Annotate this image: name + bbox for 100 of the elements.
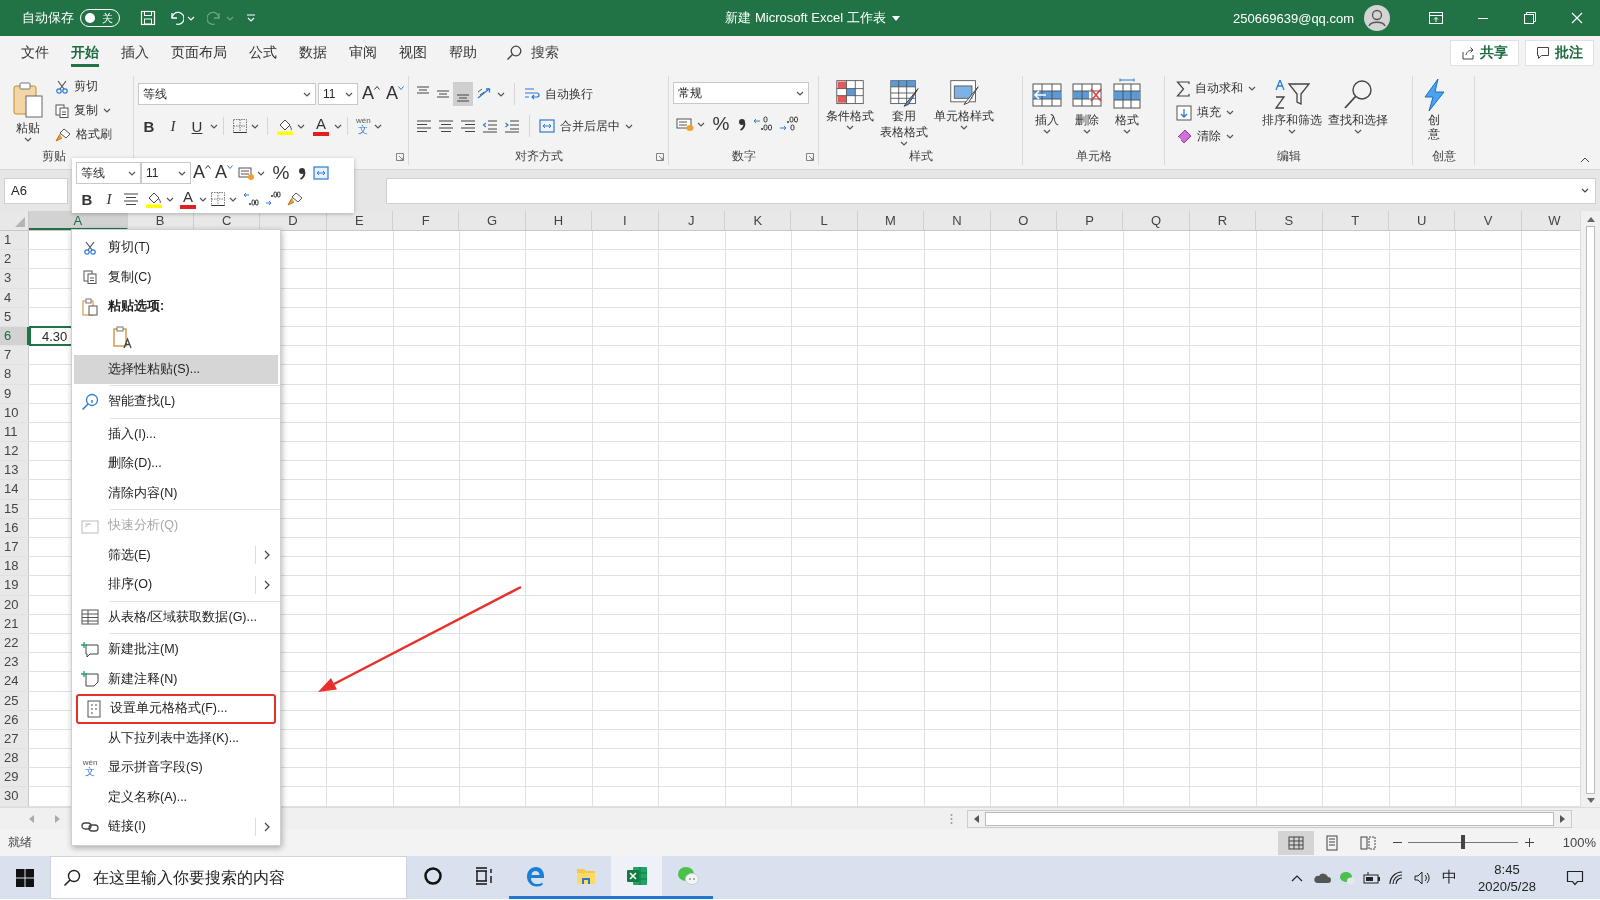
column-header[interactable]: J [658, 211, 725, 230]
row-header[interactable]: 29 [0, 768, 29, 787]
merge-center-button[interactable]: 合并后居中 [536, 115, 636, 137]
ribbon-tab[interactable]: 数据 [290, 36, 336, 70]
column-header[interactable]: L [791, 211, 858, 230]
zoom-level[interactable]: 100% [1552, 835, 1596, 850]
menu-item[interactable]: 从表格/区域获取数据(G)... [72, 602, 280, 632]
mini-font-select[interactable]: 等线 [76, 162, 141, 184]
menu-item[interactable]: 新建注释(N) [72, 664, 280, 694]
cells-button[interactable]: 删除 [1067, 78, 1107, 134]
row-header[interactable]: 19 [0, 576, 29, 595]
row-header[interactable]: 2 [0, 250, 29, 269]
column-header[interactable]: Q [1123, 211, 1190, 230]
row-header[interactable]: 24 [0, 672, 29, 691]
sort-filter-button[interactable]: 排序和筛选 [1259, 78, 1325, 134]
font-color-button[interactable]: A [310, 114, 332, 138]
comments-button[interactable]: 批注 [1525, 40, 1594, 66]
column-header[interactable]: R [1189, 211, 1257, 230]
menu-item[interactable]: 链接(I) [72, 812, 280, 842]
italic-button[interactable]: I [162, 114, 184, 138]
ribbon-tab[interactable]: 公式 [240, 36, 286, 70]
find-select-button[interactable]: 查找和选择 [1325, 78, 1391, 134]
menu-item[interactable]: 剪切(T) [72, 233, 280, 263]
clock[interactable]: 8:45 2020/5/28 [1464, 856, 1550, 899]
account-name[interactable]: 250669639@qq.com [1233, 10, 1354, 26]
decrease-font-button[interactable]: A [213, 161, 235, 185]
menu-item[interactable]: wén 文 显示拼音字段(S) [72, 753, 280, 783]
row-header[interactable]: 12 [0, 442, 29, 461]
column-header[interactable]: G [459, 211, 526, 230]
menu-item[interactable]: 筛选(E) [72, 540, 280, 570]
font-name-select[interactable]: 等线 [138, 83, 316, 105]
column-header[interactable]: P [1056, 211, 1124, 230]
ribbon-tab[interactable]: 页面布局 [162, 36, 236, 70]
column-header[interactable]: U [1388, 211, 1456, 230]
ribbon-tab[interactable]: 帮助 [440, 36, 486, 70]
menu-item[interactable]: 排序(O) [72, 570, 280, 600]
font-size-select[interactable]: 11 [318, 83, 358, 105]
italic-button[interactable]: I [98, 187, 120, 211]
style-button[interactable]: 条件格式 [823, 78, 877, 130]
bold-button[interactable]: B [76, 187, 98, 211]
share-button[interactable]: 共享 [1450, 40, 1519, 66]
row-header[interactable]: 7 [0, 346, 29, 365]
row-header[interactable]: 1 [0, 231, 29, 250]
copy-button[interactable]: 复制 [52, 100, 115, 121]
font-color-button[interactable]: A [177, 187, 199, 211]
menu-item[interactable]: 智能查找(L) [72, 387, 280, 417]
row-header[interactable]: 8 [0, 365, 29, 384]
menu-item[interactable]: 复制(C) [72, 262, 280, 292]
name-box[interactable]: A6 [4, 177, 68, 204]
ideas-button[interactable]: 创意 [1417, 78, 1451, 142]
autosum-button[interactable]: 自动求和 [1173, 78, 1259, 99]
menu-item[interactable]: 设置单元格格式(F)... [76, 694, 276, 724]
ribbon-tab[interactable]: 插入 [112, 36, 158, 70]
column-header[interactable]: I [592, 211, 659, 230]
row-header[interactable]: 30 [0, 787, 29, 806]
fill-button[interactable]: 填充 [1173, 102, 1259, 123]
paste-button[interactable]: 粘贴 [8, 79, 48, 142]
menu-item[interactable]: 清除内容(N) [72, 478, 280, 508]
row-header[interactable]: 14 [0, 480, 29, 499]
style-button[interactable]: 套用 表格格式 [877, 78, 931, 146]
menu-item[interactable]: 新建批注(M) [72, 635, 280, 665]
column-header[interactable]: M [857, 211, 925, 230]
ribbon-tab[interactable]: 审阅 [340, 36, 386, 70]
row-header[interactable]: 28 [0, 749, 29, 768]
menu-item[interactable]: 删除(D)... [72, 449, 280, 479]
column-header[interactable]: O [990, 211, 1057, 230]
column-header[interactable]: K [725, 211, 792, 230]
format-painter-button[interactable]: 格式刷 [52, 124, 115, 145]
input-method-button[interactable]: 中 [1434, 856, 1464, 899]
row-header[interactable]: 3 [0, 269, 29, 288]
row-header[interactable]: 18 [0, 557, 29, 576]
column-header[interactable]: S [1256, 211, 1323, 230]
ribbon-tab[interactable]: 文件 [12, 36, 58, 70]
column-header[interactable]: F [393, 211, 460, 230]
menu-item[interactable]: 定义名称(A)... [72, 782, 280, 812]
row-header[interactable]: 13 [0, 461, 29, 480]
style-button[interactable]: 单元格样式 [931, 78, 997, 130]
increase-font-button[interactable]: A [191, 161, 213, 185]
cells-button[interactable]: 插入 [1027, 78, 1067, 134]
wrap-text-button[interactable]: 自动换行 [521, 83, 596, 105]
mini-size-select[interactable]: 11 [141, 162, 191, 184]
menu-item[interactable]: 选择性粘贴(S)... [74, 354, 278, 384]
column-header[interactable]: N [924, 211, 991, 230]
taskbar-search-box[interactable]: 在这里输入你要搜索的内容 [50, 856, 407, 899]
search-button[interactable]: 搜索 [506, 36, 559, 70]
column-header[interactable]: V [1455, 211, 1522, 230]
column-header[interactable]: H [525, 211, 593, 230]
document-title[interactable]: 新建 Microsoft Excel 工作表 [725, 9, 900, 27]
cells-button[interactable]: 格式 [1107, 78, 1147, 134]
cut-button[interactable]: 剪切 [52, 76, 115, 97]
underline-button[interactable]: U [186, 114, 208, 138]
menu-item[interactable]: 插入(I)... [72, 419, 280, 449]
percent-button[interactable]: % [268, 161, 294, 185]
ribbon-tab[interactable]: 视图 [390, 36, 436, 70]
percent-button[interactable]: % [708, 112, 734, 136]
row-header[interactable]: 17 [0, 538, 29, 557]
search-field[interactable]: 在这里输入你要搜索的内容 [91, 867, 406, 888]
menu-item[interactable]: 从下拉列表中选择(K)... [72, 723, 280, 753]
column-header[interactable]: T [1322, 211, 1389, 230]
ribbon-tab[interactable]: 开始 [62, 36, 108, 70]
